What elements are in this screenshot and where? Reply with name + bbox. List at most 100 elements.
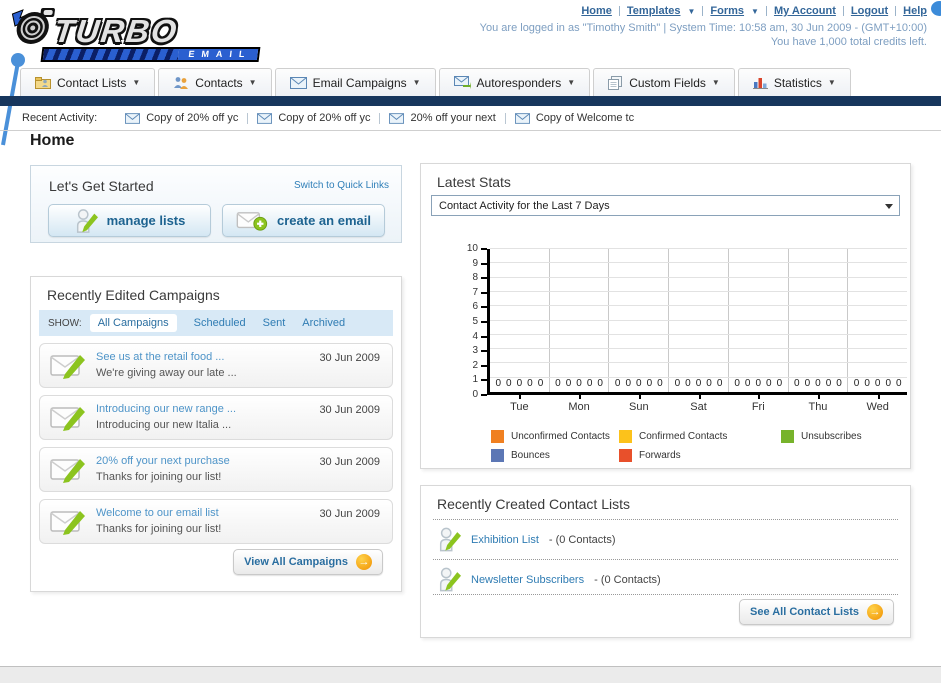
campaign-date: 30 Jun 2009 <box>319 404 380 416</box>
page-footer <box>0 666 941 683</box>
contact-list-item[interactable]: Exhibition List - (0 Contacts) <box>437 526 616 553</box>
chevron-down-icon: ▼ <box>567 78 576 87</box>
envelope-pencil-icon <box>50 407 85 431</box>
link-help[interactable]: Help <box>903 5 927 17</box>
envelope-plus-icon <box>236 211 268 231</box>
campaign-row[interactable]: 20% off your next purchase Thanks for jo… <box>39 447 393 492</box>
legend-item: Unsubscribes <box>781 430 862 443</box>
view-all-campaigns-label: View All Campaigns <box>244 556 348 568</box>
filter-all-campaigns[interactable]: All Campaigns <box>89 314 177 332</box>
chevron-down-icon: ▼ <box>132 78 141 87</box>
dotted-divider <box>433 559 898 560</box>
get-started-title: Let's Get Started <box>49 178 154 194</box>
person-pencil-icon <box>439 567 461 592</box>
see-all-contact-lists-button[interactable]: See All Contact Lists → <box>738 599 894 625</box>
latest-stats-panel: Latest Stats Contact Activity for the La… <box>420 163 911 469</box>
show-label: SHOW: <box>48 317 82 329</box>
create-email-button[interactable]: create an email <box>222 204 385 237</box>
campaign-date: 30 Jun 2009 <box>319 456 380 468</box>
campaign-title[interactable]: Welcome to our email list <box>96 507 219 519</box>
campaigns-panel: Recently Edited Campaigns SHOW: All Camp… <box>30 276 402 592</box>
campaign-date: 30 Jun 2009 <box>319 352 380 364</box>
recent-activity-bar: Recent Activity: Copy of 20% off yc Copy… <box>0 106 941 131</box>
app-logo[interactable]: TURBO EMAIL <box>5 6 266 62</box>
tab-autoresponders[interactable]: Autoresponders ▼ <box>438 68 591 96</box>
link-my-account[interactable]: My Account <box>774 5 836 17</box>
campaign-title[interactable]: Introducing our new range ... <box>96 403 236 415</box>
link-divider <box>702 6 704 16</box>
campaign-subtitle: Thanks for joining our list! <box>96 471 222 483</box>
contact-list-name[interactable]: Exhibition List <box>471 534 539 546</box>
recent-activity-item[interactable]: 20% off your next <box>389 112 496 124</box>
legend-item: Bounces <box>491 449 619 462</box>
campaigns-title: Recently Edited Campaigns <box>47 287 220 303</box>
manage-lists-button[interactable]: manage lists <box>48 204 211 237</box>
link-templates[interactable]: Templates <box>627 5 681 17</box>
tab-contacts[interactable]: Contacts ▼ <box>158 68 272 96</box>
link-logout[interactable]: Logout <box>851 5 888 17</box>
divider <box>379 112 381 124</box>
contact-lists-title: Recently Created Contact Lists <box>437 496 630 512</box>
arrow-right-icon: → <box>356 554 372 570</box>
campaign-subtitle: Thanks for joining our list! <box>96 523 222 535</box>
recent-activity-text: 20% off your next <box>410 112 496 124</box>
contact-list-count: - (0 Contacts) <box>548 533 616 546</box>
contact-list-item[interactable]: Newsletter Subscribers - (0 Contacts) <box>437 566 661 593</box>
campaign-date: 30 Jun 2009 <box>319 508 380 520</box>
tab-contact-lists[interactable]: Contact Lists ▼ <box>20 68 156 96</box>
chevron-down-icon: ▼ <box>412 78 421 87</box>
chevron-down-icon: ▼ <box>751 6 759 16</box>
logo-title: TURBO <box>52 13 181 49</box>
filter-scheduled[interactable]: Scheduled <box>194 317 246 329</box>
recent-activity-item[interactable]: Copy of 20% off yc <box>125 112 238 124</box>
envelope-icon <box>257 112 273 124</box>
view-all-campaigns-button[interactable]: View All Campaigns → <box>233 549 383 575</box>
filter-archived[interactable]: Archived <box>302 317 345 329</box>
recent-activity-item[interactable]: Copy of Welcome tc <box>514 112 634 124</box>
stats-select-value: Contact Activity for the Last 7 Days <box>439 199 610 212</box>
campaign-title[interactable]: See us at the retail food ... <box>96 351 224 363</box>
recent-activity-text: Copy of 20% off yc <box>146 112 239 124</box>
tab-label: Autoresponders <box>476 75 562 90</box>
campaign-subtitle: We're giving away our late ... <box>96 367 237 379</box>
campaign-row[interactable]: See us at the retail food ... We're givi… <box>39 343 393 388</box>
link-divider <box>842 6 844 16</box>
campaign-row[interactable]: Introducing our new range ... Introducin… <box>39 395 393 440</box>
link-divider <box>618 6 620 16</box>
contact-list-count: - (0 Contacts) <box>594 573 661 586</box>
campaign-row[interactable]: Welcome to our email list Thanks for joi… <box>39 499 393 544</box>
campaign-title[interactable]: 20% off your next purchase <box>96 455 230 467</box>
campaign-filter-bar: SHOW: All Campaigns Scheduled Sent Archi… <box>39 310 393 336</box>
legend-item: Forwards <box>619 449 781 462</box>
envelope-icon <box>289 76 307 89</box>
envelope-pencil-icon <box>50 355 85 379</box>
chart-group: 0 0 0 0 0 Tue <box>495 378 544 413</box>
see-all-contact-lists-label: See All Contact Lists <box>749 606 859 618</box>
tab-statistics[interactable]: Statistics ▼ <box>737 68 851 96</box>
logo-email-bar: EMAIL <box>40 47 261 62</box>
login-info: You are logged in as "Timothy Smith" | S… <box>479 22 927 34</box>
link-home[interactable]: Home <box>581 5 612 17</box>
tab-custom-fields[interactable]: Custom Fields ▼ <box>593 68 735 96</box>
create-email-label: create an email <box>277 213 371 228</box>
tab-label: Statistics <box>773 75 822 90</box>
contact-list-name[interactable]: Newsletter Subscribers <box>471 574 584 586</box>
logo-subtitle: EMAIL <box>177 49 259 60</box>
envelope-pencil-icon <box>50 511 85 535</box>
recent-activity-item[interactable]: Copy of 20% off yc <box>257 112 370 124</box>
stats-select[interactable]: Contact Activity for the Last 7 Days <box>431 195 900 216</box>
filter-sent[interactable]: Sent <box>263 317 286 329</box>
pages-icon <box>608 75 623 90</box>
help-balloon-icon[interactable] <box>931 1 941 16</box>
switch-quick-links[interactable]: Switch to Quick Links <box>294 180 389 191</box>
turbo-icon <box>11 8 55 44</box>
tab-email-campaigns[interactable]: Email Campaigns ▼ <box>274 68 436 96</box>
page-title: Home <box>30 132 75 149</box>
link-forms[interactable]: Forms <box>710 5 744 17</box>
recent-activity-label: Recent Activity: <box>22 112 98 124</box>
chart-plot: 0 0 0 0 0 Tue 0 0 0 0 0 Mon 0 0 0 0 0 Sun 0 0 0 0 0 Sat 0 0 0 0 0 Fri… <box>487 248 907 413</box>
chevron-down-icon: ▼ <box>687 6 696 16</box>
chart-group: 0 0 0 0 0 Mon <box>548 249 609 413</box>
envelope-icon <box>389 112 405 124</box>
folder-contacts-icon <box>35 77 51 89</box>
